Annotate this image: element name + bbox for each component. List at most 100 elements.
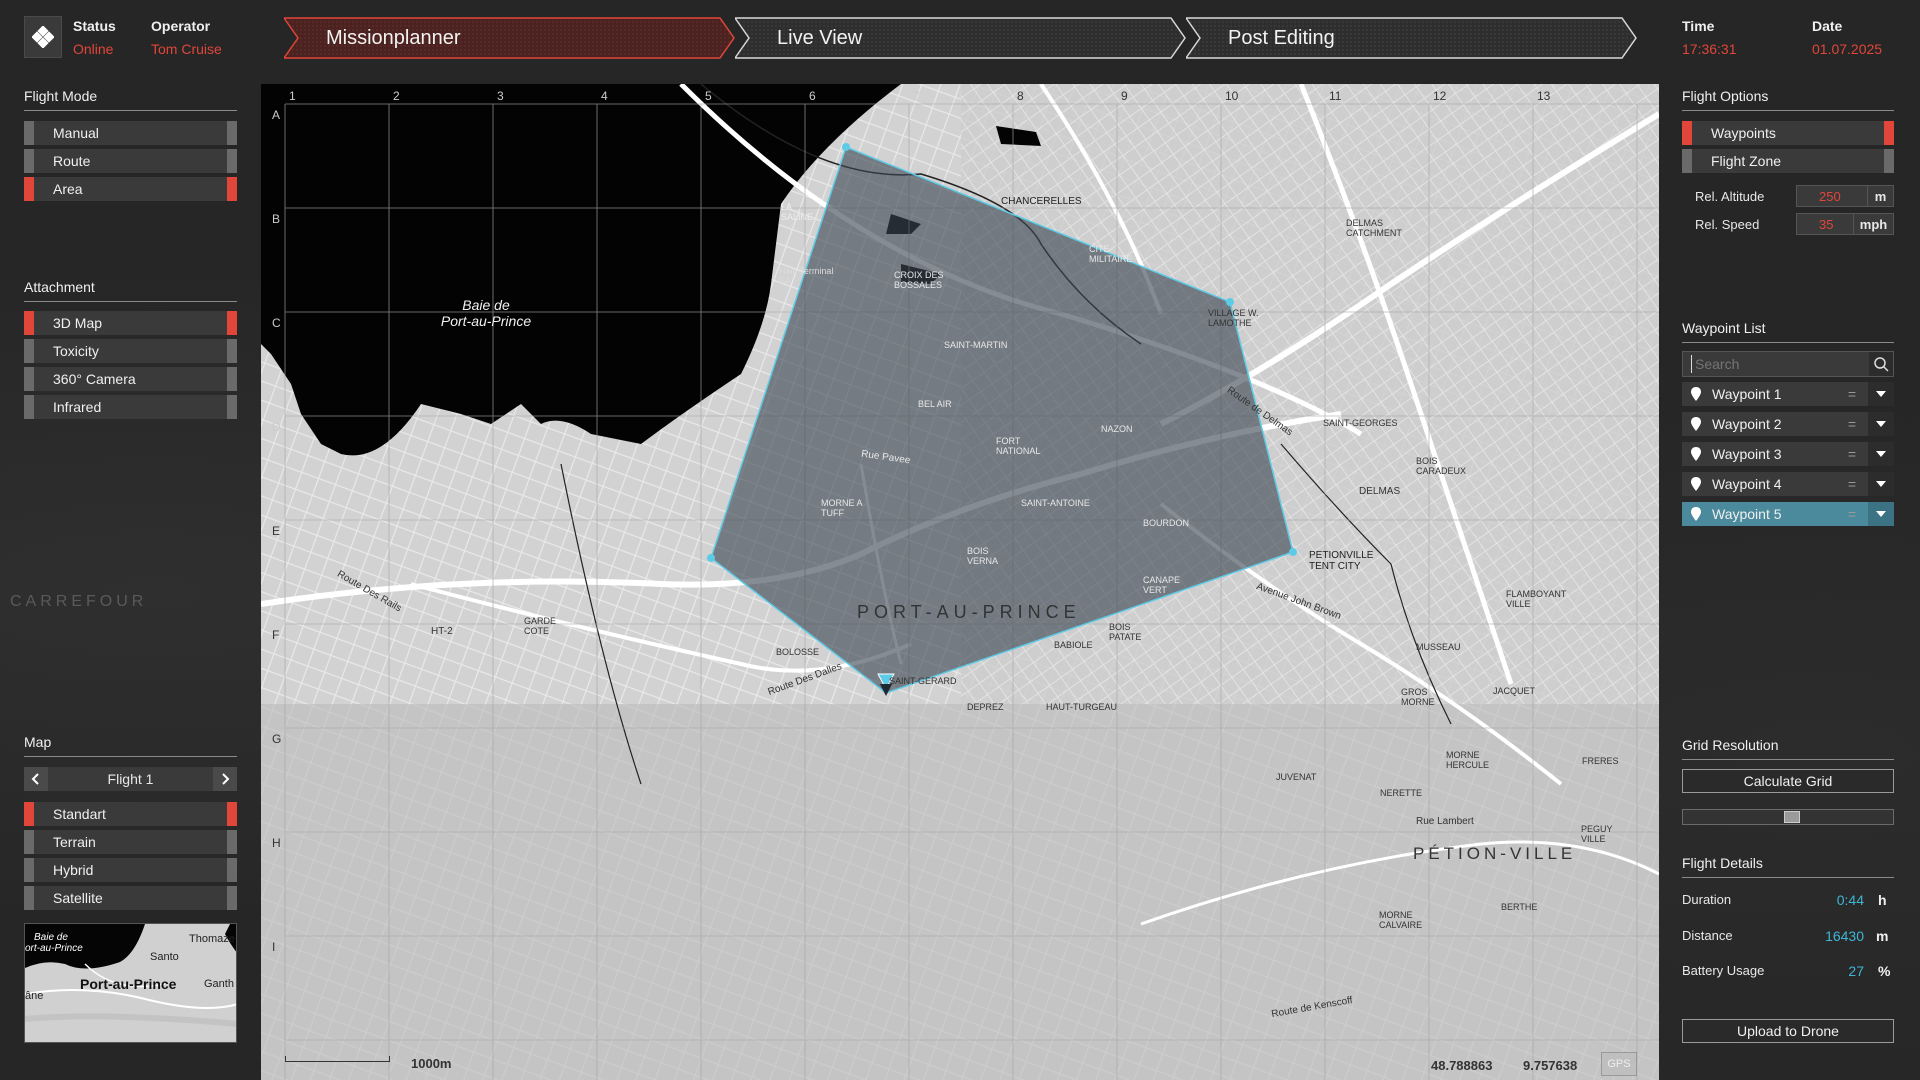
tab-post-editing-label: Post Editing (1228, 26, 1335, 49)
battery-label: Battery Usage (1682, 963, 1765, 978)
search-icon (1874, 357, 1889, 372)
flight-option-waypoints[interactable]: Waypoints (1682, 121, 1894, 145)
waypoint-item[interactable]: Waypoint 1 = (1682, 382, 1894, 406)
grid-resolution-title: Grid Resolution (1682, 737, 1894, 760)
map-type-satellite[interactable]: Satellite (24, 886, 237, 910)
map-label: BOURDON (1143, 518, 1190, 528)
waypoint-item[interactable]: Waypoint 4 = (1682, 472, 1894, 496)
chevron-down-icon (1876, 481, 1886, 487)
speed-value: 35 (1819, 217, 1834, 232)
tab-live-view[interactable]: Live View (735, 17, 1187, 59)
map-label: BEL AIR (918, 399, 952, 409)
calculate-grid-button[interactable]: Calculate Grid (1682, 769, 1894, 793)
minimap-label: Port-au-Prince (80, 976, 177, 992)
drag-handle-icon[interactable]: = (1848, 506, 1856, 522)
attachment-3d-map[interactable]: 3D Map (24, 311, 237, 335)
attachment-infrared[interactable]: Infrared (24, 395, 237, 419)
minimap-label: ort-au-Prince (25, 943, 83, 954)
gps-button[interactable]: GPS (1601, 1052, 1637, 1076)
slider-thumb[interactable] (1784, 811, 1800, 823)
waypoint-marker (842, 143, 850, 151)
chevron-left-icon (31, 773, 39, 785)
map-label: DELMAS CATCHMENT (1346, 218, 1402, 238)
waypoint-dropdown-button[interactable] (1868, 442, 1894, 466)
flight-mode-route[interactable]: Route (24, 149, 237, 173)
date-value: 01.07.2025 (1812, 41, 1883, 57)
map-label: MORNE A TUFF (821, 498, 863, 518)
scale-bar (285, 1056, 390, 1062)
map-type-standart[interactable]: Standart (24, 802, 237, 826)
map-label: SAINT-ANTOINE (1021, 498, 1090, 508)
option-label: 3D Map (53, 315, 103, 331)
search-button[interactable] (1869, 352, 1893, 376)
app-logo[interactable] (24, 16, 62, 58)
waypoint-marker (707, 554, 715, 562)
grid-resolution-slider[interactable] (1682, 809, 1894, 825)
distance-label: Distance (1682, 928, 1733, 943)
waypoint-marker (1226, 298, 1234, 306)
prev-flight-button[interactable] (24, 767, 48, 791)
upload-to-drone-button[interactable]: Upload to Drone (1682, 1019, 1894, 1043)
waypoint-dropdown-button[interactable] (1868, 502, 1894, 526)
map-label: BERTHE (1501, 902, 1538, 912)
attachment-360-camera[interactable]: 360° Camera (24, 367, 237, 391)
waypoint-dropdown-button[interactable] (1868, 382, 1894, 406)
map-label: BABIOLE (1054, 640, 1093, 650)
flight-mode-manual[interactable]: Manual (24, 121, 237, 145)
next-flight-button[interactable] (213, 767, 237, 791)
flight-zone-polygon[interactable] (261, 84, 1659, 1080)
map-type-hybrid[interactable]: Hybrid (24, 858, 237, 882)
attachment-toxicity[interactable]: Toxicity (24, 339, 237, 363)
chevron-down-icon (1876, 391, 1886, 397)
tab-missionplanner-label: Missionplanner (326, 26, 461, 49)
altitude-input[interactable]: 250 m (1796, 185, 1894, 207)
waypoint-list-title: Waypoint List (1682, 320, 1894, 343)
drag-handle-icon[interactable]: = (1848, 416, 1856, 432)
chevron-down-icon (1876, 511, 1886, 517)
flight-mode-area[interactable]: Area (24, 177, 237, 201)
operator-value: Tom Cruise (151, 41, 222, 57)
map-label-petionville: PÉTION-VILLE (1413, 844, 1577, 863)
date-label: Date (1812, 18, 1843, 34)
chevron-right-icon (222, 773, 230, 785)
minimap[interactable]: Baie de ort-au-Prince Santo Thomaze Port… (24, 923, 237, 1043)
map-type-terrain[interactable]: Terrain (24, 830, 237, 854)
option-label: Satellite (53, 890, 103, 906)
waypoint-item[interactable]: Waypoint 2 = (1682, 412, 1894, 436)
chevron-down-icon (1876, 421, 1886, 427)
waypoint-dropdown-button[interactable] (1868, 412, 1894, 436)
map-label: BOLOSSE (776, 647, 820, 657)
flight-option-flight-zone[interactable]: Flight Zone (1682, 149, 1894, 173)
waypoint-item[interactable]: Waypoint 5 = (1682, 502, 1894, 526)
flight-mode-title: Flight Mode (24, 88, 237, 111)
waypoint-label: Waypoint 3 (1712, 446, 1782, 462)
map-label: Haiti Terminal SA (779, 266, 834, 286)
map-label: DEPREZ (967, 702, 1004, 712)
tab-post-editing[interactable]: Post Editing (1186, 17, 1638, 59)
map-label: BOIS CARADEUX (1416, 456, 1467, 476)
duration-label: Duration (1682, 892, 1732, 907)
waypoint-marker (1289, 548, 1297, 556)
waypoint-search-input[interactable] (1691, 355, 1861, 373)
drag-handle-icon[interactable]: = (1848, 446, 1856, 462)
waypoint-item[interactable]: Waypoint 3 = (1682, 442, 1894, 466)
waypoint-label: Waypoint 2 (1712, 416, 1782, 432)
speed-label: Rel. Speed (1695, 217, 1760, 232)
minimap-label: Santo (150, 951, 179, 963)
duration-unit: h (1878, 892, 1887, 908)
map-label: FORT NATIONAL (996, 436, 1041, 456)
map-label: BOIS VERNA (967, 546, 999, 566)
flight-selector: Flight 1 (24, 767, 237, 791)
map-panel-title: Map (24, 734, 237, 757)
option-label: Manual (53, 125, 99, 141)
map-pin-icon (1691, 417, 1701, 431)
tab-missionplanner[interactable]: Missionplanner (284, 17, 736, 59)
waypoint-label: Waypoint 1 (1712, 386, 1782, 402)
main-map[interactable]: 1 2 3 4 5 6 7 8 9 10 11 12 13 ABCDEFGHI Baie de Port-… (261, 84, 1659, 1080)
drag-handle-icon[interactable]: = (1848, 476, 1856, 492)
waypoint-dropdown-button[interactable] (1868, 472, 1894, 496)
option-label: Terrain (53, 834, 96, 850)
speed-input[interactable]: 35 mph (1796, 213, 1894, 235)
drag-handle-icon[interactable]: = (1848, 386, 1856, 402)
distance-value: 16430 (1825, 928, 1864, 944)
